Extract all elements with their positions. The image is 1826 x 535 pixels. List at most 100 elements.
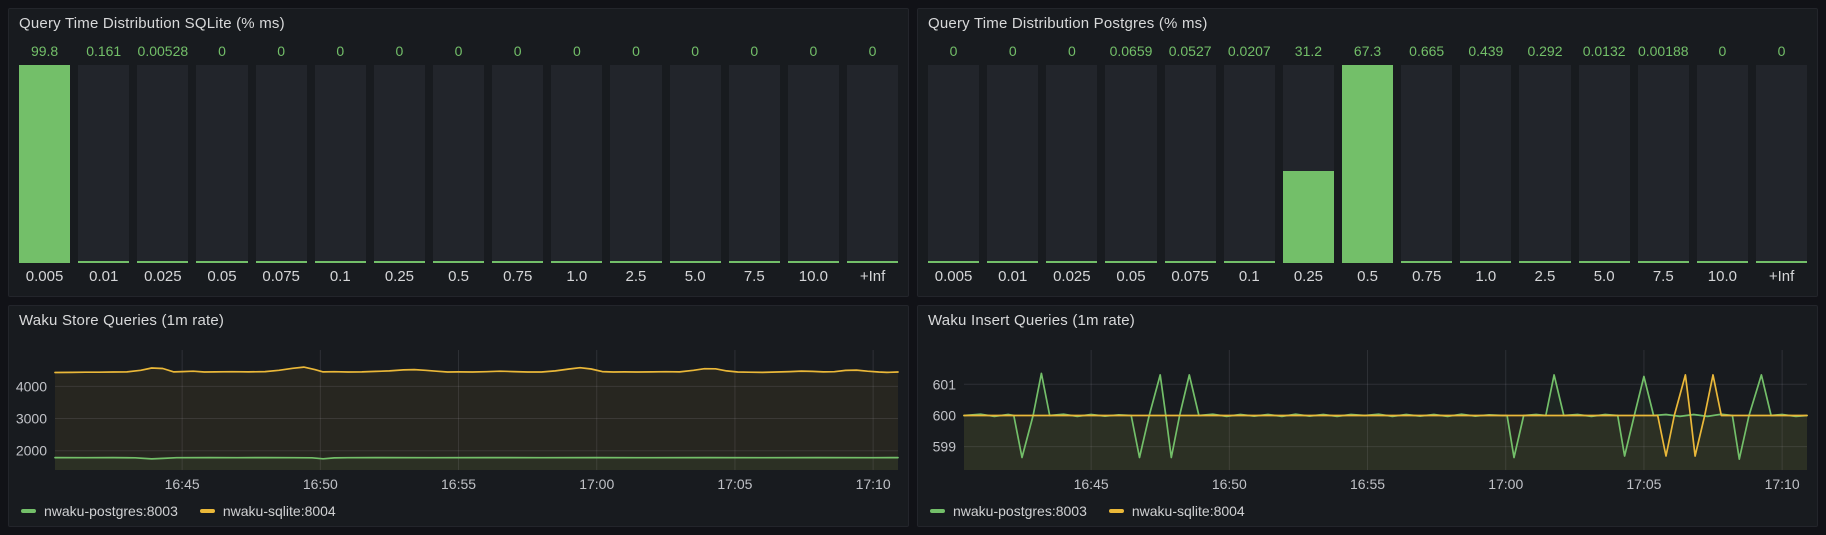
panel-title[interactable]: Waku Store Queries (1m rate) bbox=[9, 306, 908, 336]
bar-value-label: 0.292 bbox=[1519, 39, 1570, 63]
bar-fill bbox=[1756, 261, 1807, 263]
x-tick-label: 17:05 bbox=[717, 476, 752, 492]
bar-fill bbox=[1342, 65, 1393, 263]
bar-value-label: 0 bbox=[256, 39, 307, 63]
panel-query-time-distribution-sqlite: Query Time Distribution SQLite (% ms) 99… bbox=[8, 8, 909, 297]
bar-value-label: 0.161 bbox=[78, 39, 129, 63]
bar-column: 0.01325.0 bbox=[1579, 39, 1630, 290]
bar-column: 00.75 bbox=[492, 39, 543, 290]
y-tick-label: 4000 bbox=[16, 378, 47, 394]
bar-column: 00.005 bbox=[928, 39, 979, 290]
x-tick-label: 17:00 bbox=[579, 476, 614, 492]
bar-column: 31.20.25 bbox=[1283, 39, 1334, 290]
bar-category-label: 0.5 bbox=[433, 266, 484, 290]
time-series-plot[interactable]: 16:4516:5016:5517:0017:0517:102000300040… bbox=[9, 336, 908, 496]
bar-fill bbox=[1105, 261, 1156, 263]
legend-item[interactable]: nwaku-postgres:8003 bbox=[930, 503, 1087, 519]
bar-fill bbox=[928, 261, 979, 263]
x-tick-label: 16:45 bbox=[165, 476, 200, 492]
bar-value-label: 67.3 bbox=[1342, 39, 1393, 63]
x-tick-label: 16:50 bbox=[1212, 476, 1247, 492]
x-tick-label: 16:55 bbox=[441, 476, 476, 492]
legend-item[interactable]: nwaku-sqlite:8004 bbox=[200, 503, 336, 519]
bar-value-label: 0 bbox=[1697, 39, 1748, 63]
series-fill bbox=[55, 367, 898, 470]
bar-column: 0.439 1.0 bbox=[1460, 39, 1511, 290]
bar-track bbox=[847, 65, 898, 263]
y-tick-label: 599 bbox=[933, 439, 957, 455]
bar-column: 05.0 bbox=[670, 39, 721, 290]
panel-title[interactable]: Query Time Distribution Postgres (% ms) bbox=[918, 9, 1817, 39]
bar-value-label: 31.2 bbox=[1283, 39, 1334, 63]
bar-column: 00.5 bbox=[433, 39, 484, 290]
x-tick-label: 17:10 bbox=[1765, 476, 1800, 492]
bar-category-label: 1.0 bbox=[1460, 266, 1511, 290]
bar-track bbox=[196, 65, 247, 263]
bar-category-label: 0.01 bbox=[987, 266, 1038, 290]
y-tick-label: 2000 bbox=[16, 443, 47, 459]
bar-category-label: 0.01 bbox=[78, 266, 129, 290]
bar-track bbox=[1342, 65, 1393, 263]
bar-track bbox=[1638, 65, 1689, 263]
bar-track bbox=[1579, 65, 1630, 263]
bar-category-label: 10.0 bbox=[1697, 266, 1748, 290]
bar-column: 010.0 bbox=[1697, 39, 1748, 290]
bar-column: 0+Inf bbox=[1756, 39, 1807, 290]
bar-column: 07.5 bbox=[729, 39, 780, 290]
bar-column: 00.05 bbox=[196, 39, 247, 290]
bar-column: 67.30.5 bbox=[1342, 39, 1393, 290]
bar-category-label: 0.025 bbox=[1046, 266, 1097, 290]
sqlite-histogram-bargauge[interactable]: 99.80.0050.1610.010.005280.02500.0500.07… bbox=[9, 39, 908, 296]
x-tick-label: 16:50 bbox=[303, 476, 338, 492]
bar-value-label: 0 bbox=[729, 39, 780, 63]
bar-category-label: 0.075 bbox=[256, 266, 307, 290]
bar-fill bbox=[196, 261, 247, 263]
grafana-dashboard: Query Time Distribution SQLite (% ms) 99… bbox=[0, 0, 1826, 535]
panel-title[interactable]: Waku Insert Queries (1m rate) bbox=[918, 306, 1817, 336]
bar-track bbox=[1105, 65, 1156, 263]
bar-value-label: 0.00528 bbox=[137, 39, 188, 63]
bar-fill bbox=[137, 261, 188, 263]
bar-fill bbox=[1283, 171, 1334, 263]
bar-category-label: 0.025 bbox=[137, 266, 188, 290]
bar-track bbox=[788, 65, 839, 263]
bar-column: 00.1 bbox=[315, 39, 366, 290]
postgres-histogram-bargauge[interactable]: 00.00500.0100.0250.06590.050.05270.0750.… bbox=[918, 39, 1817, 296]
bar-category-label: 7.5 bbox=[1638, 266, 1689, 290]
bar-track bbox=[1460, 65, 1511, 263]
x-tick-label: 17:05 bbox=[1626, 476, 1661, 492]
bar-category-label: 2.5 bbox=[610, 266, 661, 290]
y-tick-label: 600 bbox=[933, 407, 957, 423]
bar-track bbox=[1165, 65, 1216, 263]
bar-track bbox=[137, 65, 188, 263]
bar-value-label: 0.439 bbox=[1460, 39, 1511, 63]
store-queries-chart[interactable]: 16:4516:5016:5517:0017:0517:102000300040… bbox=[9, 336, 908, 496]
bar-value-label: 0 bbox=[433, 39, 484, 63]
bar-fill bbox=[847, 261, 898, 263]
bar-value-label: 0 bbox=[1756, 39, 1807, 63]
bar-category-label: 7.5 bbox=[729, 266, 780, 290]
time-series-plot[interactable]: 16:4516:5016:5517:0017:0517:10599600601 bbox=[918, 336, 1817, 496]
legend-series-label: nwaku-sqlite:8004 bbox=[223, 503, 336, 519]
bar-fill bbox=[610, 261, 661, 263]
store-queries-legend: nwaku-postgres:8003 nwaku-sqlite:8004 bbox=[9, 496, 908, 526]
bar-fill bbox=[19, 65, 70, 263]
bar-column: 00.25 bbox=[374, 39, 425, 290]
bar-value-label: 0.00188 bbox=[1638, 39, 1689, 63]
insert-queries-chart[interactable]: 16:4516:5016:5517:0017:0517:10599600601 bbox=[918, 336, 1817, 496]
bar-value-label: 0 bbox=[315, 39, 366, 63]
bar-category-label: 0.005 bbox=[928, 266, 979, 290]
legend-item[interactable]: nwaku-sqlite:8004 bbox=[1109, 503, 1245, 519]
x-tick-label: 16:45 bbox=[1074, 476, 1109, 492]
bar-value-label: 0.0207 bbox=[1224, 39, 1275, 63]
x-tick-label: 17:10 bbox=[856, 476, 891, 492]
panel-title[interactable]: Query Time Distribution SQLite (% ms) bbox=[9, 9, 908, 39]
legend-item[interactable]: nwaku-postgres:8003 bbox=[21, 503, 178, 519]
legend-series-label: nwaku-sqlite:8004 bbox=[1132, 503, 1245, 519]
bar-value-label: 0.0659 bbox=[1105, 39, 1156, 63]
bar-fill bbox=[1401, 261, 1452, 263]
bar-column: 0.00528 0.025 bbox=[137, 39, 188, 290]
bar-category-label: 5.0 bbox=[1579, 266, 1630, 290]
bar-fill bbox=[1046, 261, 1097, 263]
bar-category-label: 0.075 bbox=[1165, 266, 1216, 290]
